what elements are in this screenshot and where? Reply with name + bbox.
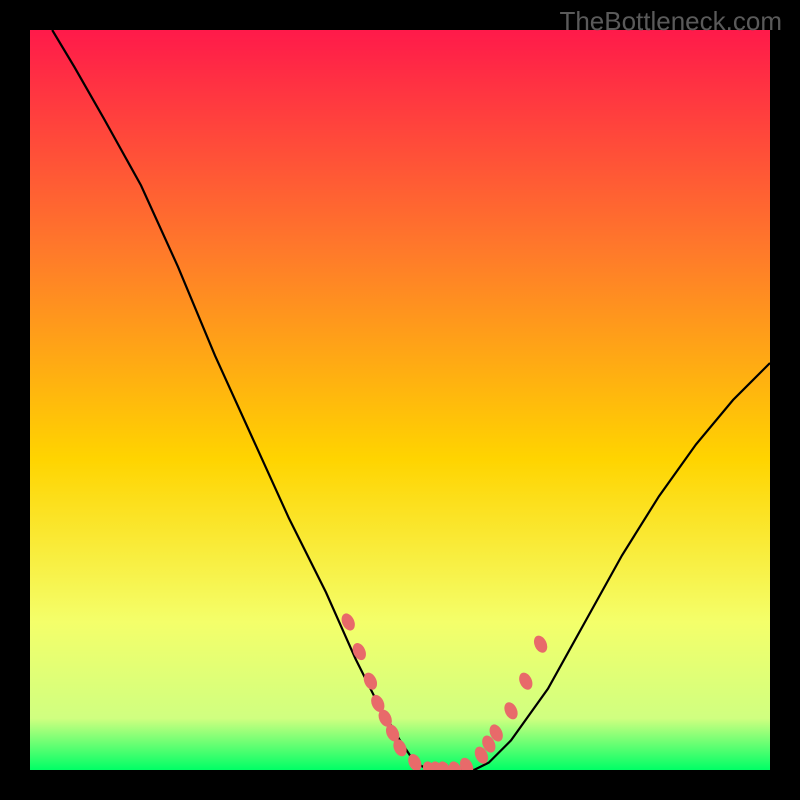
bottleneck-chart [30, 30, 770, 770]
watermark-text: TheBottleneck.com [559, 6, 782, 37]
plot-background [30, 30, 770, 770]
